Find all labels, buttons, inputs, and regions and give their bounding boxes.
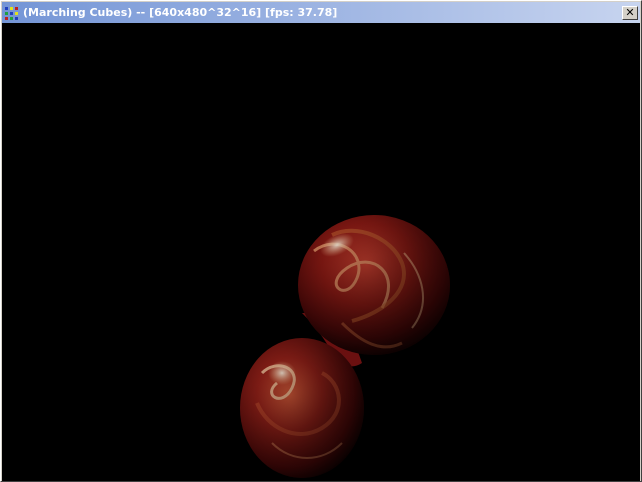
window-title: (Marching Cubes) -- [640x480^32^16] [fps… — [23, 6, 338, 19]
close-button[interactable]: ✕ — [622, 5, 638, 20]
metaball-blob — [240, 215, 450, 478]
close-icon: ✕ — [625, 6, 635, 19]
scene-canvas — [240, 215, 450, 478]
app-icon[interactable] — [4, 5, 20, 21]
title-bar[interactable]: (Marching Cubes) -- [640x480^32^16] [fps… — [2, 2, 640, 23]
render-viewport[interactable] — [2, 23, 640, 481]
app-window: (Marching Cubes) -- [640x480^32^16] [fps… — [0, 0, 642, 482]
